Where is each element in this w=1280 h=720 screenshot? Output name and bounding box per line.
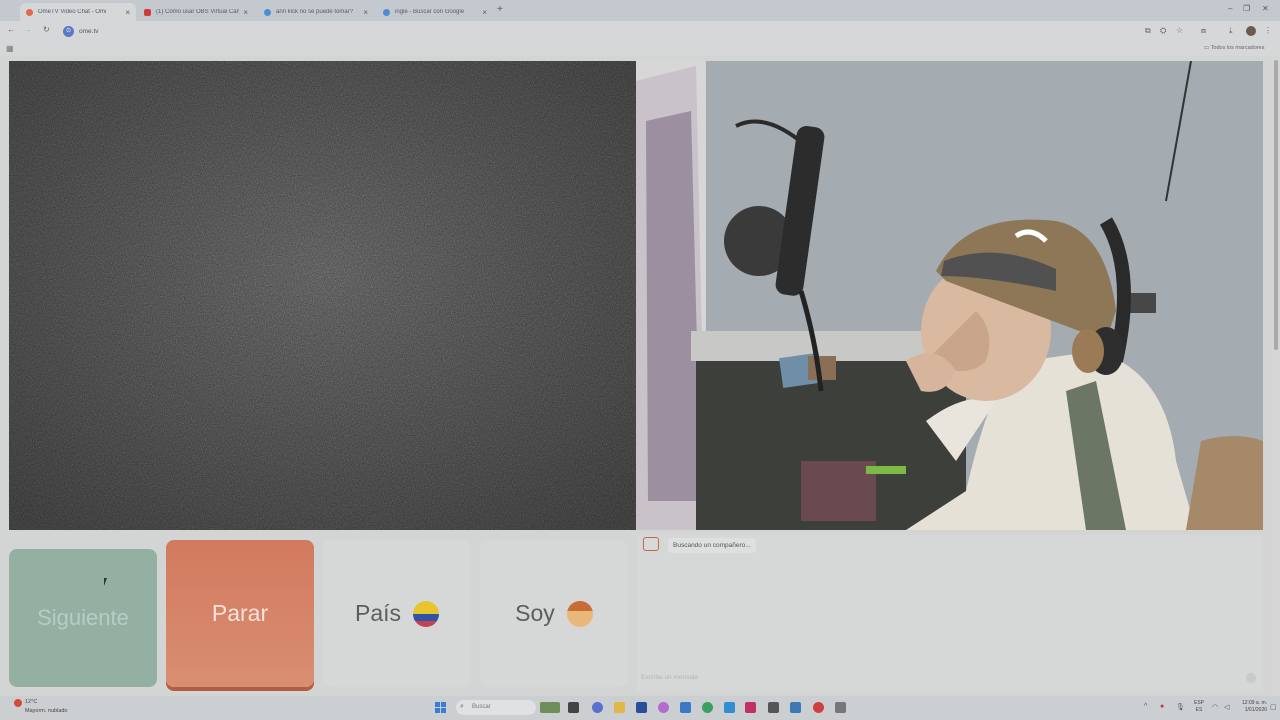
weather-icon[interactable] — [14, 699, 22, 707]
media-app-icon[interactable] — [745, 702, 756, 713]
chrome-icon[interactable] — [702, 702, 713, 713]
apps-grid-icon[interactable]: ▦ — [6, 44, 14, 53]
tab-close-icon[interactable]: × — [482, 8, 487, 17]
menu-kebab-icon[interactable]: ⋮ — [1264, 26, 1272, 35]
weather-description[interactable]: Mayorm. nublado — [25, 708, 68, 714]
youtube-favicon-icon — [144, 8, 151, 16]
address-bar-row — [0, 21, 1280, 42]
app-icon[interactable] — [835, 702, 846, 713]
minimize-icon[interactable]: – — [1228, 4, 1232, 13]
next-button[interactable]: Siguiente — [9, 549, 157, 687]
new-tab-plus-icon[interactable]: + — [497, 4, 503, 15]
notes-icon[interactable] — [724, 702, 735, 713]
mail-icon[interactable] — [680, 702, 691, 713]
bookmarks-bar — [0, 42, 1280, 56]
stop-button[interactable]: Parar — [166, 540, 314, 687]
tab-title: ingle - Buscar con Google — [395, 9, 465, 15]
weather-temperature[interactable]: 12°C — [25, 699, 37, 705]
static-noise-image — [9, 61, 636, 530]
tab-youtube[interactable]: (1) Cómo usar OBS Virtual Cam × — [138, 3, 254, 21]
chat-panel — [637, 535, 1263, 691]
translate-icon[interactable]: ⛭ — [1160, 26, 1166, 36]
store-icon[interactable] — [636, 702, 647, 713]
tab-title: OmeTV Video Chat - Omi — [38, 9, 107, 15]
profile-avatar[interactable] — [1246, 26, 1256, 36]
install-app-icon[interactable]: ⧉ — [1145, 26, 1151, 36]
language-code: ESP — [1194, 700, 1205, 706]
app-icon[interactable] — [768, 702, 779, 713]
extensions-icon[interactable]: ⧈ — [1201, 26, 1206, 36]
tray-app-icon[interactable]: ● — [1160, 703, 1164, 710]
self-webcam-video — [636, 61, 1263, 530]
country-filter-button[interactable]: País — [323, 540, 471, 687]
mic-icon[interactable]: 🎙 — [1176, 703, 1185, 711]
downloads-icon[interactable]: ⤓ — [1229, 26, 1233, 36]
partner-video-static — [9, 61, 636, 530]
tab-search-2[interactable]: ingle - Buscar con Google × — [377, 3, 493, 21]
bookmark-star-icon[interactable]: ☆ — [1176, 26, 1183, 35]
clock-date: 1/01/2026 — [1244, 707, 1268, 713]
tab-title: (1) Cómo usar OBS Virtual Cam — [156, 9, 240, 15]
clock-time: 12:09 a. m. — [1242, 700, 1268, 706]
file-explorer-icon[interactable] — [614, 702, 625, 713]
tab-ometv[interactable]: OmeTV Video Chat - Omi × — [20, 3, 136, 21]
tv-status-icon — [643, 537, 659, 551]
ometv-favicon-icon — [26, 8, 33, 16]
country-label: País — [354, 600, 402, 626]
app-icon[interactable] — [790, 702, 801, 713]
status-message: Buscando un compañero... — [668, 538, 756, 553]
tab-close-icon[interactable]: × — [363, 8, 368, 17]
maximize-icon[interactable]: ❐ — [1243, 4, 1250, 13]
emoji-icon[interactable] — [1246, 673, 1256, 683]
windows-start-icon[interactable] — [435, 702, 446, 713]
notification-icon[interactable]: ▢ — [1270, 703, 1277, 711]
wifi-icon[interactable]: ◠ — [1212, 703, 1218, 711]
all-bookmarks-folder[interactable]: ▭ Todos los marcadores — [1204, 45, 1264, 51]
gender-select-button[interactable]: Soy — [480, 540, 628, 687]
back-arrow-icon[interactable]: ← — [7, 25, 15, 34]
taskbar-search[interactable]: Buscar — [456, 700, 536, 715]
gender-label: Soy — [515, 600, 555, 626]
next-label: Siguiente — [37, 605, 129, 630]
google-favicon-icon — [383, 8, 390, 16]
stop-label: Parar — [211, 600, 269, 626]
tray-chevron-icon[interactable]: ^ — [1144, 703, 1147, 710]
forward-arrow-icon[interactable]: → — [24, 25, 32, 34]
task-view-icon[interactable] — [568, 702, 579, 713]
clock[interactable]: 12:09 a. m. 1/01/2026 — [1242, 700, 1267, 714]
volume-icon[interactable]: ◁ — [1224, 703, 1229, 711]
tab-close-icon[interactable]: × — [125, 8, 130, 17]
keyboard-layout: ES — [1195, 707, 1203, 713]
site-info-icon[interactable]: ⊙ — [63, 26, 74, 37]
reload-icon[interactable]: ↻ — [43, 25, 50, 34]
language-indicator[interactable]: ESP ES — [1194, 700, 1204, 714]
copilot-icon[interactable] — [592, 702, 603, 713]
widget-app-icon[interactable] — [540, 702, 560, 713]
google-favicon-icon — [264, 8, 271, 16]
message-input[interactable]: Escribe un mensaje — [641, 670, 1253, 686]
close-window-icon[interactable]: ✕ — [1262, 4, 1269, 13]
tab-title: ann kick no se puede tomar? — [276, 9, 354, 15]
tab-close-icon[interactable]: × — [243, 8, 248, 17]
scrollbar-thumb[interactable] — [1274, 60, 1278, 350]
url-field[interactable]: ome.tv — [79, 28, 99, 35]
search-icon: ⌕ — [460, 703, 464, 710]
app-icon[interactable] — [658, 702, 669, 713]
all-bookmarks-label: Todos los marcadores — [1210, 45, 1265, 51]
webcam-scene-image — [636, 61, 1263, 530]
boy-emoji-icon — [566, 600, 593, 627]
tab-search-1[interactable]: ann kick no se puede tomar? × — [258, 3, 374, 21]
mouse-cursor-icon — [104, 578, 107, 586]
recorder-icon[interactable] — [813, 702, 824, 713]
colombia-flag-icon — [413, 600, 440, 627]
